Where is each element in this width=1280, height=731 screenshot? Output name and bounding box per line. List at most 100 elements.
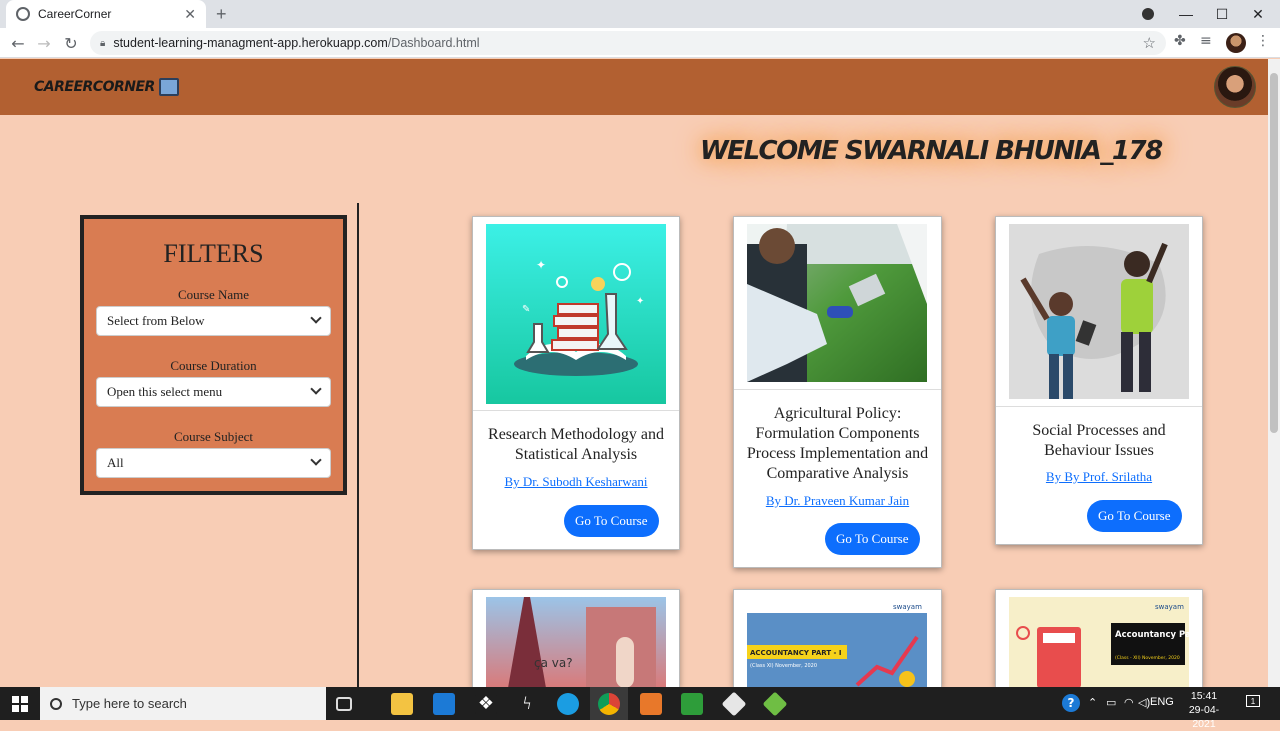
notification-count: 1	[1250, 697, 1256, 706]
git-icon[interactable]	[762, 691, 788, 717]
thumbnail-subtitle: (Class - XII) November, 2020	[1115, 655, 1180, 661]
accountancy-thumbnail: swayam ACCOUNTANCY PART - I (Class XI) N…	[747, 597, 927, 688]
course-thumbnail	[996, 217, 1202, 407]
go-to-course-button[interactable]: Go To Course	[564, 505, 659, 537]
course-card: swayam Accountancy Part-I (Class - XII) …	[995, 589, 1203, 688]
url-path: /Dashboard.html	[387, 36, 480, 50]
brand-text: CAREERCORNER	[34, 79, 155, 95]
filters-title: FILTERS	[163, 239, 264, 268]
welcome-heading: WELCOME SWARNALI BHUNIA_178	[700, 136, 1163, 166]
course-name-value: Select from Below	[107, 313, 205, 328]
welcome-username: SWARNALI BHUNIA_178	[844, 136, 1163, 166]
research-illustration: ✦ ✦ ✎	[486, 224, 666, 404]
svg-text:✦: ✦	[536, 258, 546, 272]
svg-text:✦: ✦	[636, 296, 644, 307]
thumbnail-title: Accountancy Part-I	[1115, 630, 1189, 640]
course-card: Agricultural Policy: Formulation Compone…	[733, 216, 942, 568]
people-illustration	[1009, 224, 1189, 399]
clock-time: 15:41	[1190, 690, 1218, 702]
course-name-label: Course Name	[177, 287, 250, 302]
vertical-divider	[357, 203, 359, 687]
course-subject-select[interactable]: All	[96, 448, 331, 478]
brand-logo[interactable]: CAREERCORNER	[34, 78, 179, 96]
filters-panel: FILTERS Course Name Select from Below Co…	[80, 215, 347, 495]
address-bar[interactable]: 🔒︎ student-learning-managment-app.heroku…	[90, 31, 1166, 55]
course-name-select[interactable]: Select from Below	[96, 306, 331, 336]
welcome-prefix: WELCOME	[700, 136, 839, 166]
newspaper-icon	[158, 78, 179, 96]
new-tab-button[interactable]: +	[216, 4, 227, 25]
course-duration-value: Open this select menu	[107, 384, 223, 399]
swayam-brand: swayam	[893, 603, 922, 611]
course-author-link[interactable]: By By Prof. Srilatha	[996, 469, 1202, 485]
maximize-button[interactable]: ☐	[1204, 0, 1240, 28]
chevron-down-icon	[310, 383, 322, 395]
spreadsheet-icon[interactable]	[681, 693, 703, 715]
box-icon[interactable]	[721, 691, 747, 717]
chevron-up-icon[interactable]: ⌃	[1088, 696, 1097, 709]
minimize-button[interactable]: —	[1168, 0, 1204, 28]
extensions-icon[interactable]: ✤	[1174, 33, 1186, 49]
thumbnail-text: ça va?	[534, 656, 573, 670]
course-title: Agricultural Policy: Formulation Compone…	[746, 405, 929, 482]
course-thumbnail	[734, 217, 941, 390]
language-indicator[interactable]: ENG	[1150, 696, 1174, 708]
forward-button[interactable]: →	[33, 32, 55, 54]
menu-icon[interactable]: ⋮	[1256, 33, 1270, 49]
course-card: ça va?	[472, 589, 680, 688]
taskbar-clock[interactable]: 15:41 29-04-2021	[1178, 689, 1230, 731]
windows-start-icon[interactable]	[12, 696, 28, 712]
edge-icon[interactable]	[557, 693, 579, 715]
sublime-icon[interactable]	[640, 693, 662, 715]
lock-icon: 🔒︎	[100, 37, 106, 49]
back-button[interactable]: ←	[7, 32, 29, 54]
course-duration-select[interactable]: Open this select menu	[96, 377, 331, 407]
course-card: ✦ ✦ ✎ Research Methodology and Statistic…	[472, 216, 680, 550]
file-explorer-icon[interactable]	[391, 693, 413, 715]
tab-title: CareerCorner	[38, 7, 112, 21]
task-view-icon[interactable]	[336, 697, 352, 711]
browser-tab-bar: CareerCorner ✕ + — ☐ ✕	[0, 0, 1280, 28]
browser-tab[interactable]: CareerCorner ✕	[6, 0, 206, 28]
user-avatar[interactable]	[1214, 66, 1256, 108]
course-title: Research Methodology and Statistical Ana…	[488, 426, 664, 463]
help-icon[interactable]: ?	[1062, 694, 1080, 712]
course-thumbnail: ✦ ✦ ✎	[473, 217, 679, 411]
reload-button[interactable]: ↻	[60, 32, 82, 54]
thumbnail-subtitle: (Class XI) November, 2020	[750, 663, 817, 669]
tab-close-icon[interactable]: ✕	[184, 6, 196, 23]
clock-date: 29-04-2021	[1188, 704, 1220, 730]
scrollbar-thumb[interactable]	[1270, 73, 1278, 433]
battery-icon[interactable]: ▭	[1106, 696, 1116, 709]
volume-icon[interactable]: ◁)	[1138, 696, 1150, 709]
course-author-link[interactable]: By Dr. Subodh Kesharwani	[473, 474, 679, 490]
dropbox-icon[interactable]: ❖	[475, 693, 497, 715]
reading-list-icon[interactable]: ≡	[1200, 33, 1212, 49]
taskbar-search-placeholder: Type here to search	[72, 696, 187, 711]
url-host: student-learning-managment-app.herokuapp…	[113, 36, 388, 50]
notification-icon[interactable]: 1	[1246, 695, 1260, 707]
wifi-icon[interactable]: ◠	[1124, 696, 1134, 709]
bookmark-star-icon[interactable]: ☆	[1143, 34, 1156, 52]
app-icon[interactable]: ϟ	[516, 693, 538, 715]
close-window-button[interactable]: ✕	[1240, 0, 1276, 28]
course-duration-label: Course Duration	[170, 358, 257, 373]
go-to-course-button[interactable]: Go To Course	[825, 523, 920, 555]
course-author-link[interactable]: By Dr. Praveen Kumar Jain	[734, 493, 941, 509]
browser-profile-avatar[interactable]	[1226, 33, 1246, 53]
thumbnail-title: ACCOUNTANCY PART - I	[750, 649, 841, 657]
windows-taskbar: Type here to search ❖ ϟ ? ⌃ ▭ ◠ ◁) ENG 1…	[0, 687, 1280, 730]
course-subject-value: All	[107, 455, 124, 470]
tab-search-icon[interactable]	[1130, 0, 1166, 28]
go-to-course-button[interactable]: Go To Course	[1087, 500, 1182, 532]
search-icon	[50, 697, 62, 710]
mail-icon[interactable]	[433, 693, 455, 715]
svg-text:✎: ✎	[522, 304, 530, 315]
course-subject-label: Course Subject	[173, 429, 254, 444]
page-scrollbar[interactable]	[1268, 59, 1280, 687]
chrome-icon	[598, 693, 620, 715]
globe-icon	[16, 7, 30, 21]
chrome-taskbar-button[interactable]	[590, 687, 628, 720]
course-title: Social Processes and Behaviour Issues	[1032, 422, 1166, 459]
taskbar-search-box[interactable]: Type here to search	[40, 687, 326, 720]
